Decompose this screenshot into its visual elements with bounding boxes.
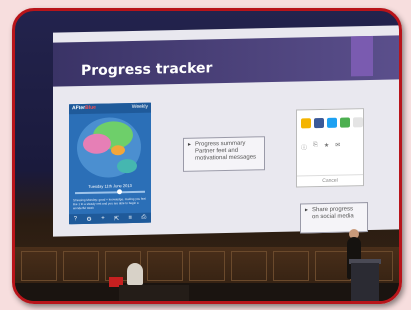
- pointer-icon: ►: [187, 141, 192, 148]
- wall-panel: [63, 251, 99, 281]
- phone-message: Stressing Monday: good + knowledge, maki…: [73, 196, 146, 211]
- phone-date-slider: [75, 189, 145, 195]
- stage-desk: [119, 285, 189, 301]
- facebook-icon: [314, 117, 324, 129]
- add-icon: +: [101, 215, 105, 222]
- messages-icon: [340, 117, 350, 128]
- phone-screenshot: AFterBlue Weekly Tuesday 11th June 2013 …: [69, 102, 151, 225]
- callout-progress-summary: ► Progress summary Partner feet and moti…: [183, 136, 265, 172]
- photo-frame: Progress tracker AFterBlue Weekly Tuesda…: [12, 8, 402, 304]
- phone-app-name-highlight: Blue: [85, 104, 96, 111]
- wall-panel: [231, 251, 267, 281]
- wall-panel: [273, 251, 309, 281]
- phone-app-name: AFterBlue: [72, 105, 96, 112]
- share-app-icon: [301, 118, 311, 129]
- envelope-icon: ✉: [335, 142, 341, 149]
- lectern: [351, 263, 379, 301]
- wall-panel: [147, 251, 183, 281]
- phone-slider-knob: [117, 189, 122, 195]
- progress-bubble-teal: [117, 158, 137, 174]
- info-icon: ⓘ: [301, 145, 308, 152]
- stage-panels: [15, 251, 399, 281]
- callout-line: on social media: [312, 213, 354, 221]
- menu-icon: ≡: [128, 214, 133, 222]
- share-icon: ⇱: [114, 215, 120, 222]
- help-icon: ?: [73, 216, 78, 223]
- pointer-icon: ►: [304, 207, 309, 214]
- mail-icon: [353, 117, 363, 128]
- slide-title-band: [53, 35, 399, 87]
- star-icon: ★: [323, 142, 330, 149]
- projected-slide: Progress tracker AFterBlue Weekly Tuesda…: [53, 25, 399, 237]
- social-share-screenshot: ⓘ ⎘ ★ ✉ Cancel: [296, 108, 364, 188]
- phone-app-name-prefix: AFter: [72, 104, 86, 112]
- share-cancel: Cancel: [297, 174, 363, 185]
- phone-status: Weekly: [131, 103, 148, 110]
- wall-panel: [315, 251, 351, 281]
- stage-floor: [15, 283, 399, 301]
- wall-panel: [189, 251, 225, 281]
- settings-icon: ⚙: [86, 216, 92, 223]
- callout-line: Partner feet and motivational messages: [195, 147, 257, 162]
- seated-person: [127, 263, 143, 285]
- slide-accent-block: [351, 35, 373, 77]
- social-icons-row: [301, 117, 363, 129]
- phone-nav-bar: ? ⚙ + ⇱ ≡ ⎙: [69, 212, 151, 225]
- copy-icon: ⎘: [313, 142, 318, 149]
- callout-share-progress: ► Share progress on social media: [300, 202, 368, 234]
- share-actions-row: ⓘ ⎘ ★ ✉: [301, 142, 341, 152]
- twitter-icon: [327, 117, 337, 128]
- print-icon: ⎙: [141, 214, 147, 221]
- slide-title: Progress tracker: [81, 60, 213, 80]
- wall-panel: [21, 251, 57, 281]
- phone-date: Tuesday 11th June 2013: [88, 182, 132, 189]
